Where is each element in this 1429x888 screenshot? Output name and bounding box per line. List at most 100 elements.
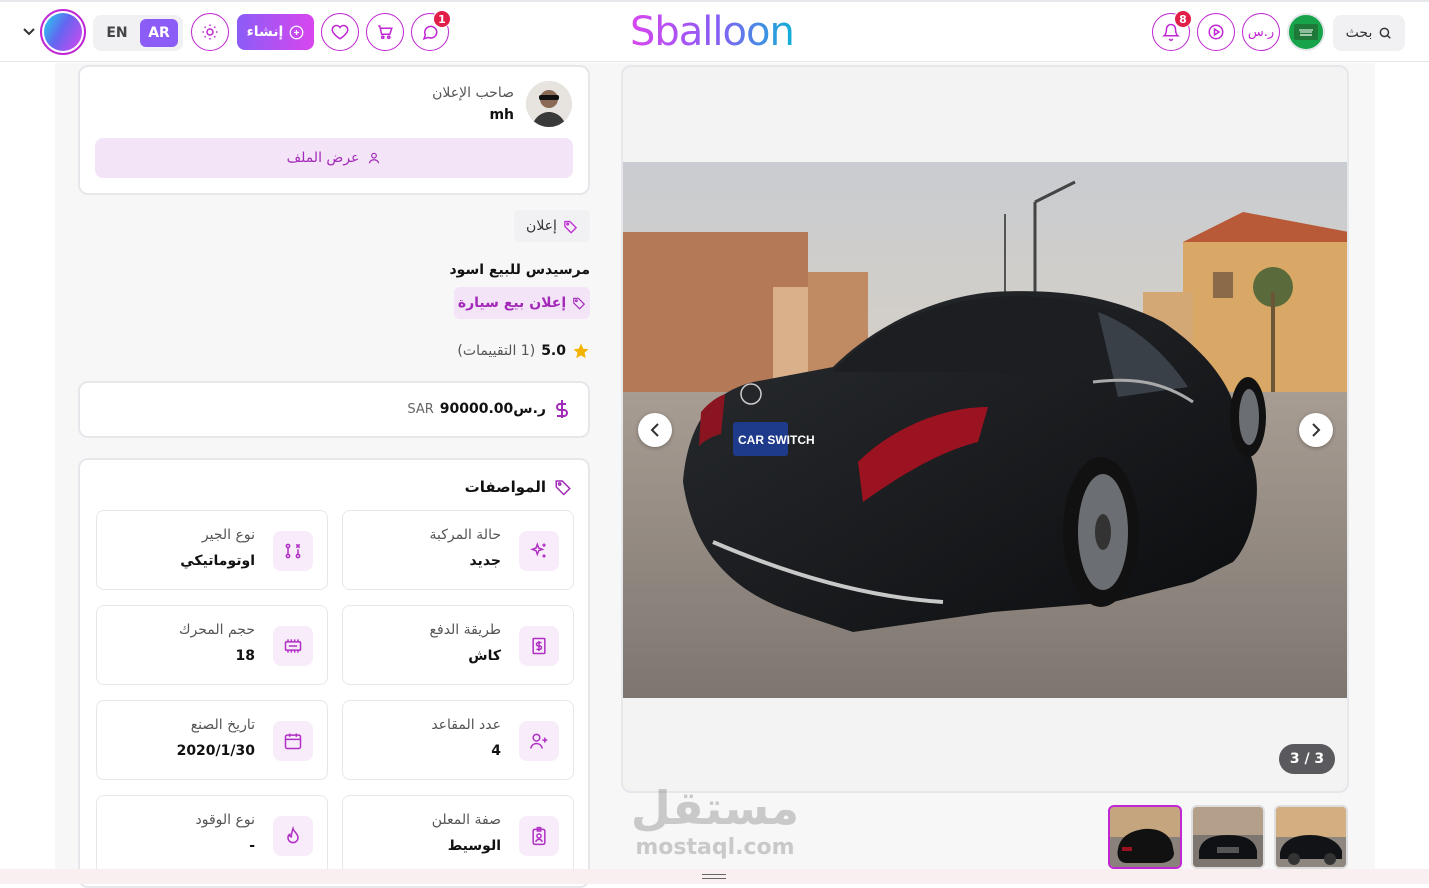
price: 90000.00ر.س SAR (407, 401, 546, 417)
spec-value: 4 (491, 743, 501, 759)
watermark: مستقل mostaql.com (625, 780, 805, 870)
flame-icon (273, 816, 313, 856)
rating-value: 5.0 (541, 343, 566, 359)
thumbnail-image (1110, 807, 1180, 867)
price-currency: SAR (407, 402, 434, 417)
user-plus-icon (519, 721, 559, 761)
owner-card: صاحب الإعلان mh عرض الملف (78, 65, 590, 195)
spec-label: طريقة الدفع (429, 622, 501, 638)
gallery-prev-button[interactable] (638, 413, 672, 447)
owner-photo-icon (526, 81, 572, 127)
owner-avatar[interactable] (526, 81, 572, 127)
tag-icon (555, 480, 571, 496)
spec-engine-size: حجم المحرك 18 (96, 605, 328, 685)
spec-value: 18 (235, 648, 255, 664)
notifications-count-badge: 8 (1174, 10, 1192, 28)
sun-icon (202, 24, 218, 40)
thumbnail-image (1193, 807, 1263, 867)
create-label: إنشاء (246, 24, 284, 40)
thumbnail-2[interactable] (1191, 805, 1265, 869)
search-label: بحث (1345, 25, 1373, 41)
star-icon (573, 343, 589, 359)
ad-tag: إعلان (514, 210, 590, 242)
logo[interactable]: Sballoon (630, 8, 800, 56)
heart-icon (331, 24, 349, 40)
tag-icon (564, 220, 577, 234)
user-menu-chevron[interactable] (20, 23, 38, 41)
header: EN AR إنشاء 1 Sballoon 8 ر.س بحث (0, 2, 1429, 62)
gallery-next-button[interactable] (1299, 413, 1333, 447)
chevron-down-icon (23, 28, 35, 36)
specs-card: المواصفات حالة المركبة جديد نوع الجير او… (78, 458, 590, 888)
thumbnail-image (1276, 807, 1346, 867)
gallery-card: CAR SWITCH 3 / 3 (621, 65, 1349, 793)
avatar-image (44, 13, 82, 51)
calendar-icon (273, 721, 313, 761)
spec-value: كاش (468, 648, 501, 664)
search-button[interactable]: بحث (1333, 15, 1405, 51)
theme-toggle-button[interactable] (191, 13, 229, 51)
specs-title: المواصفات (464, 478, 546, 496)
spec-gear-type: نوع الجير اوتوماتيكي (96, 510, 328, 590)
drag-handle[interactable] (702, 874, 726, 879)
gear-shift-icon (273, 531, 313, 571)
search-icon (1379, 27, 1392, 39)
play-circle-icon (1208, 24, 1224, 40)
spec-fuel-type: نوع الوقود - (96, 795, 328, 875)
bottom-bar (0, 869, 1429, 884)
spec-value: جديد (469, 553, 501, 569)
favorites-button[interactable] (321, 13, 359, 51)
dollar-icon (556, 400, 568, 418)
dollar-bill-icon (519, 626, 559, 666)
thumbnail-1[interactable] (1108, 805, 1182, 869)
lang-ar-button[interactable]: AR (140, 19, 178, 47)
plus-circle-icon (289, 25, 304, 39)
spec-advertiser-type: صفة المعلن الوسيط (342, 795, 574, 875)
price-card: 90000.00ر.س SAR (78, 381, 590, 438)
thumbnail-3[interactable] (1274, 805, 1348, 869)
id-badge-icon (519, 816, 559, 856)
owner-title: صاحب الإعلان (432, 85, 514, 101)
messages-count-badge: 1 (433, 10, 451, 28)
price-value: 90000.00ر.س (439, 401, 546, 417)
spec-payment-method: طريقة الدفع كاش (342, 605, 574, 685)
main-car-photo[interactable]: CAR SWITCH (623, 162, 1347, 698)
spec-value: - (249, 838, 255, 854)
spec-label: حجم المحرك (178, 622, 255, 638)
lang-en-button[interactable]: EN (99, 19, 135, 47)
create-button[interactable]: إنشاء (237, 14, 314, 50)
ad-category-label: إعلان بيع سيارة (457, 295, 567, 311)
cart-button[interactable] (366, 13, 404, 51)
spec-value: اوتوماتيكي (180, 553, 255, 569)
ad-category-badge[interactable]: إعلان بيع سيارة (454, 287, 590, 319)
rating[interactable]: 5.0 (1 التقييمات) (457, 340, 590, 362)
spec-label: عدد المقاعد (431, 717, 501, 733)
plate-text: CAR SWITCH (738, 433, 815, 447)
chevron-right-icon (1312, 423, 1321, 437)
engine-icon (273, 626, 313, 666)
spec-value: الوسيط (447, 838, 501, 854)
country-flag-button[interactable] (1287, 13, 1325, 51)
chevron-left-icon (650, 423, 659, 437)
language-switch: EN AR (93, 15, 183, 51)
ad-tag-label: إعلان (526, 218, 557, 234)
view-profile-button[interactable]: عرض الملف (95, 138, 573, 178)
ratings-count: (1 التقييمات) (457, 343, 536, 359)
spec-label: تاريخ الصنع (190, 717, 255, 733)
spec-label: نوع الوقود (195, 812, 255, 828)
spec-seats: عدد المقاعد 4 (342, 700, 574, 780)
owner-name[interactable]: mh (489, 107, 514, 123)
sparkles-icon (519, 531, 559, 571)
image-counter: 3 / 3 (1279, 744, 1335, 774)
spec-label: صفة المعلن (431, 812, 501, 828)
currency-button[interactable]: ر.س (1242, 13, 1280, 51)
avatar[interactable] (40, 9, 86, 55)
specs-header: المواصفات (465, 478, 572, 496)
video-button[interactable] (1197, 13, 1235, 51)
user-icon (369, 152, 380, 164)
car-photo-image: CAR SWITCH (623, 162, 1347, 698)
watermark-arabic: مستقل (630, 781, 800, 835)
saudi-flag-icon (1294, 24, 1318, 40)
spec-label: نوع الجير (201, 527, 255, 543)
spec-vehicle-condition: حالة المركبة جديد (342, 510, 574, 590)
